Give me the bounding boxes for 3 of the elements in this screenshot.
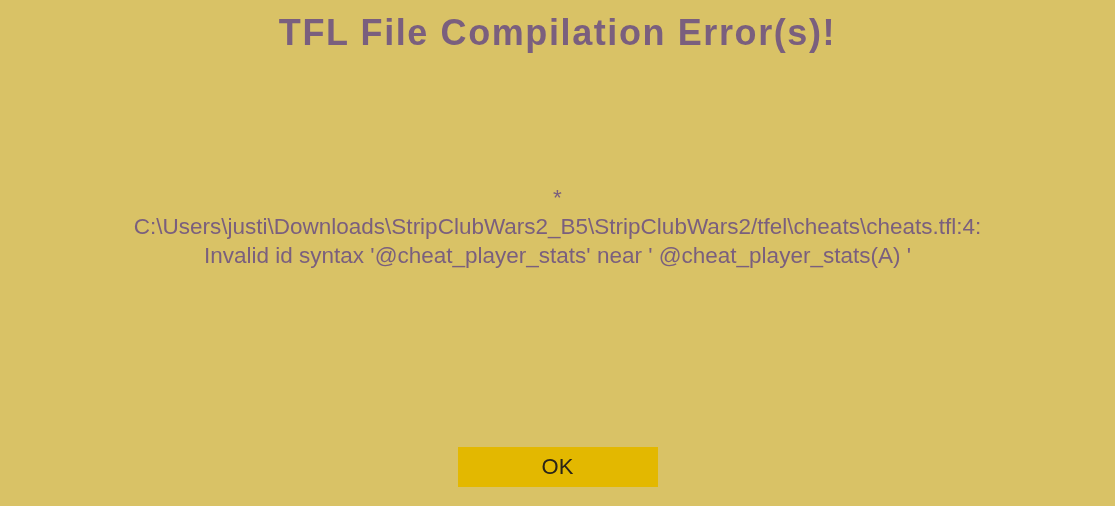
error-message: * C:\Users\justi\Downloads\StripClubWars2_B5\StripClubWars2/tfel\cheats\cheats.tfl:4: Invalid id syntax '@cheat_player_stats' near ' @cheat_player_stats(A) ' xyxy=(133,183,982,270)
dialog-title: TFL File Compilation Error(s)! xyxy=(278,11,837,55)
ok-button[interactable]: OK xyxy=(457,447,658,487)
